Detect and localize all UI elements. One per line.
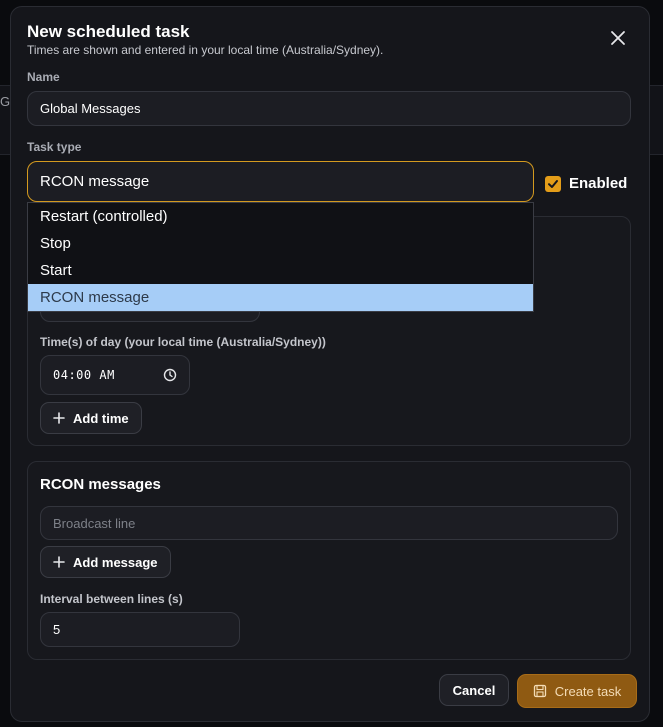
option-stop[interactable]: Stop xyxy=(28,230,533,257)
add-time-label: Add time xyxy=(73,410,129,426)
broadcast-line-placeholder: Broadcast line xyxy=(53,515,136,531)
enabled-checkbox[interactable] xyxy=(545,175,561,192)
rcon-title: RCON messages xyxy=(40,476,161,493)
option-rcon-message[interactable]: RCON message xyxy=(28,284,533,311)
interval-input-value: 5 xyxy=(53,622,61,637)
name-input-value: Global Messages xyxy=(40,101,141,116)
interval-input[interactable]: 5 xyxy=(40,612,240,647)
rcon-card: RCON messages Broadcast line Add message… xyxy=(27,461,631,660)
new-task-modal: New scheduled task Times are shown and e… xyxy=(10,6,650,722)
save-icon xyxy=(533,684,546,698)
name-label: Name xyxy=(27,70,60,84)
task-type-selected: RCON message xyxy=(40,173,150,190)
close-icon[interactable] xyxy=(607,27,629,49)
plus-icon xyxy=(53,412,65,424)
cancel-button[interactable]: Cancel xyxy=(439,674,509,706)
add-message-label: Add message xyxy=(73,554,158,570)
interval-label: Interval between lines (s) xyxy=(40,592,183,606)
time-input[interactable]: 04:00 AM xyxy=(40,355,190,395)
task-type-dropdown: Restart (controlled) Stop Start RCON mes… xyxy=(27,202,534,312)
add-message-button[interactable]: Add message xyxy=(40,546,171,578)
option-start[interactable]: Start xyxy=(28,257,533,284)
broadcast-line-input[interactable]: Broadcast line xyxy=(40,506,618,540)
modal-subtitle: Times are shown and entered in your loca… xyxy=(27,43,384,57)
times-label: Time(s) of day (your local time (Austral… xyxy=(40,335,326,349)
name-input[interactable]: Global Messages xyxy=(27,91,631,126)
modal-title: New scheduled task xyxy=(27,22,190,41)
task-type-label: Task type xyxy=(27,140,82,154)
backdrop-text: G xyxy=(0,94,11,109)
time-input-value: 04:00 AM xyxy=(53,368,115,382)
create-task-button[interactable]: Create task xyxy=(517,674,637,708)
task-type-select[interactable]: RCON message xyxy=(27,161,534,202)
clock-icon[interactable] xyxy=(163,368,177,382)
enabled-toggle[interactable]: Enabled xyxy=(545,175,627,192)
add-time-button[interactable]: Add time xyxy=(40,402,142,434)
enabled-label: Enabled xyxy=(569,175,628,192)
create-task-label: Create task xyxy=(554,683,622,699)
plus-icon xyxy=(53,556,65,568)
option-restart[interactable]: Restart (controlled) xyxy=(28,203,533,230)
check-icon xyxy=(548,179,558,188)
